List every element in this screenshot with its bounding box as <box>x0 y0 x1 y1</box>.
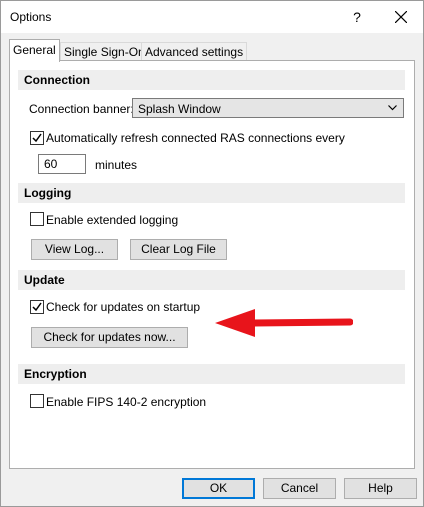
connection-banner-label: Connection banner: <box>29 102 134 116</box>
extended-logging-checkbox[interactable] <box>30 212 44 226</box>
ok-button[interactable]: OK <box>182 478 255 499</box>
chevron-down-icon <box>388 105 397 111</box>
connection-banner-select[interactable]: Splash Window <box>132 98 404 118</box>
options-dialog: Options ? General Single Sign-On Advance… <box>0 0 424 507</box>
check-updates-now-button[interactable]: Check for updates now... <box>31 327 188 348</box>
help-button[interactable]: Help <box>344 478 417 499</box>
extended-logging-label: Enable extended logging <box>46 213 179 227</box>
check-updates-startup-checkbox[interactable] <box>30 300 44 314</box>
help-title-button[interactable]: ? <box>342 1 372 33</box>
dialog-title: Options <box>10 10 52 24</box>
tab-advanced-settings[interactable]: Advanced settings <box>141 42 248 61</box>
tab-general[interactable]: General <box>9 39 60 62</box>
close-icon <box>395 11 407 23</box>
connection-banner-value: Splash Window <box>138 102 221 116</box>
checkmark-icon <box>32 302 42 312</box>
checkmark-icon <box>32 133 42 143</box>
refresh-unit-label: minutes <box>95 158 138 172</box>
auto-refresh-checkbox[interactable] <box>30 131 44 145</box>
tab-single-sign-on[interactable]: Single Sign-On <box>60 42 149 61</box>
close-button[interactable] <box>385 1 417 33</box>
fips-encryption-checkbox[interactable] <box>30 394 44 408</box>
clear-log-button[interactable]: Clear Log File <box>130 239 227 260</box>
connection-header: Connection <box>18 70 405 90</box>
update-header: Update <box>18 270 405 290</box>
logging-header: Logging <box>18 183 405 203</box>
auto-refresh-label: Automatically refresh connected RAS conn… <box>46 131 345 145</box>
title-bar: Options ? <box>1 1 423 33</box>
view-log-button[interactable]: View Log... <box>31 239 118 260</box>
cancel-button[interactable]: Cancel <box>263 478 336 499</box>
red-arrow-annotation <box>215 309 353 337</box>
check-updates-startup-label: Check for updates on startup <box>46 300 201 314</box>
fips-encryption-label: Enable FIPS 140-2 encryption <box>46 395 207 409</box>
encryption-header: Encryption <box>18 364 405 384</box>
refresh-interval-input[interactable] <box>38 154 86 174</box>
